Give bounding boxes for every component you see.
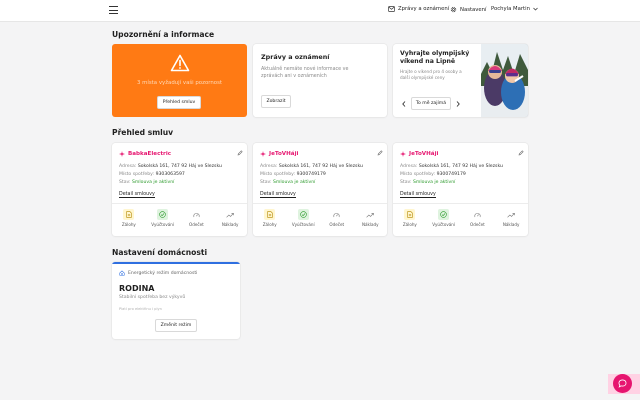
- top-bar: Zprávy a oznámení Nastavení Pochyla Mart…: [0, 0, 640, 22]
- contract-detail-link[interactable]: Detail smlouvy: [119, 192, 155, 198]
- contracts-section-title: Přehled smluv: [112, 128, 174, 137]
- warning-text: 3 místa vyžadují vaši pozornost: [136, 80, 222, 86]
- contract-status: Stav: Smlouva je aktivní: [119, 180, 175, 185]
- promo-title-1: Vyhrajte olympijský: [400, 50, 470, 57]
- messages-nav-link[interactable]: Zprávy a oznámení: [388, 6, 449, 12]
- household-section-title: Nastavení domácnosti: [112, 248, 208, 257]
- contract-detail-link[interactable]: Detail smlouvy: [400, 192, 436, 198]
- action-billing[interactable]: Vyúčtování: [287, 209, 321, 227]
- contract-detail-link[interactable]: Detail smlouvy: [260, 192, 296, 198]
- household-mode-name: RODINA: [119, 284, 155, 293]
- action-reading[interactable]: Odečet: [320, 209, 354, 227]
- envelope-icon: [388, 6, 395, 12]
- household-mode-desc: Stabilní spotřeba bez výkyvů: [119, 295, 186, 300]
- check-circle-icon: [438, 209, 450, 220]
- contract-place: Místo spotřeby: 9303063597: [119, 172, 185, 177]
- household-accent-bar: [112, 262, 240, 264]
- pencil-icon[interactable]: [518, 150, 524, 156]
- contract-address: Adresa: Sokolská 161, 747 92 Háj ve Slez…: [260, 164, 363, 169]
- divider: [112, 203, 247, 204]
- divider: [393, 203, 528, 204]
- action-billing[interactable]: Vyúčtování: [427, 209, 461, 227]
- gauge-icon: [331, 209, 342, 220]
- action-deposits[interactable]: Zálohy: [253, 209, 287, 227]
- messages-card-text-2: zprávách ani v oznámeních: [261, 74, 327, 79]
- lightning-icon: [260, 151, 266, 157]
- contract-address: Adresa: Sokolská 161, 747 92 Háj ve Slez…: [119, 164, 222, 169]
- action-costs[interactable]: Náklady: [494, 209, 528, 227]
- document-icon: [264, 209, 276, 220]
- gear-icon: [450, 6, 457, 13]
- lightning-icon: [400, 151, 406, 157]
- gauge-icon: [191, 209, 202, 220]
- trend-up-icon: [506, 209, 517, 220]
- messages-card: Zprávy a oznámení Aktuálně nemáte nové i…: [253, 44, 387, 117]
- messages-nav-label: Zprávy a oznámení: [398, 6, 450, 12]
- user-menu[interactable]: Pochyla Martin: [491, 6, 538, 12]
- warning-card: 3 místa vyžadují vaši pozornost Přehled …: [112, 44, 247, 117]
- lightning-icon: [119, 151, 125, 157]
- contract-place: Místo spotřeby: 9300749179: [400, 172, 466, 177]
- contract-card: JeToVHáji Adresa: Sokolská 161, 747 92 H…: [253, 143, 387, 236]
- action-costs[interactable]: Náklady: [354, 209, 388, 227]
- contract-name[interactable]: BabkaElectric: [119, 151, 171, 157]
- action-costs[interactable]: Náklady: [213, 209, 247, 227]
- contract-name[interactable]: JeToVHáji: [260, 151, 298, 157]
- household-mode-label: Energetický režim domácnosti: [119, 270, 197, 276]
- action-reading[interactable]: Odečet: [461, 209, 495, 227]
- promo-text-2: další olympijské ceny: [400, 75, 445, 80]
- settings-nav-label: Nastavení: [460, 6, 487, 13]
- hamburger-icon[interactable]: [109, 6, 118, 14]
- gauge-icon: [472, 209, 483, 220]
- settings-nav-link[interactable]: Nastavení: [450, 6, 487, 13]
- household-note: Platí pro elektřinu i plyn: [119, 307, 162, 311]
- promo-card: Vyhrajte olympijský víkend na Lipně Hraj…: [393, 44, 528, 117]
- change-mode-button[interactable]: Změnit režim: [155, 319, 197, 332]
- user-name: Pochyla Martin: [491, 6, 530, 12]
- messages-card-title: Zprávy a oznámení: [261, 53, 330, 61]
- action-deposits[interactable]: Zálohy: [393, 209, 427, 227]
- contract-card: JeToVHáji Adresa: Sokolská 161, 747 92 H…: [393, 143, 528, 236]
- chevron-right-icon[interactable]: [456, 101, 460, 107]
- document-icon: [123, 209, 135, 220]
- trend-up-icon: [225, 209, 236, 220]
- promo-photo-image: [481, 44, 528, 117]
- interested-button[interactable]: To mě zajímá: [411, 97, 451, 110]
- contract-card: BabkaElectric Adresa: Sokolská 161, 747 …: [112, 143, 247, 236]
- document-icon: [404, 209, 416, 220]
- trend-up-icon: [365, 209, 376, 220]
- contract-address: Adresa: Sokolská 161, 747 92 Háj ve Slez…: [400, 164, 503, 169]
- warning-triangle-icon: [170, 54, 190, 72]
- house-icon: [119, 270, 125, 276]
- action-deposits[interactable]: Zálohy: [112, 209, 146, 227]
- pencil-icon[interactable]: [237, 150, 243, 156]
- divider: [253, 203, 387, 204]
- contract-status: Stav: Smlouva je aktivní: [400, 180, 456, 185]
- action-reading[interactable]: Odečet: [180, 209, 214, 227]
- contracts-overview-button[interactable]: Přehled smluv: [157, 96, 201, 109]
- promo-text-1: Hrajte o víkend pro 4 osoby a: [400, 69, 462, 74]
- show-messages-button[interactable]: Zobrazit: [261, 95, 291, 108]
- household-card: Energetický režim domácnosti RODINA Stab…: [112, 262, 240, 339]
- contract-place: Místo spotřeby: 9300749179: [260, 172, 326, 177]
- chat-button[interactable]: [613, 374, 632, 393]
- chat-bubble-icon: [618, 379, 627, 388]
- pencil-icon[interactable]: [377, 150, 383, 156]
- messages-card-text-1: Aktuálně nemáte nové informace ve: [261, 67, 349, 72]
- chevron-down-icon: [533, 7, 538, 11]
- check-circle-icon: [157, 209, 169, 220]
- contract-name[interactable]: JeToVHáji: [400, 151, 438, 157]
- check-circle-icon: [297, 209, 309, 220]
- chevron-left-icon[interactable]: [402, 101, 406, 107]
- action-billing[interactable]: Vyúčtování: [146, 209, 180, 227]
- contract-status: Stav: Smlouva je aktivní: [260, 180, 316, 185]
- alerts-section-title: Upozornění a informace: [112, 30, 215, 39]
- promo-title-2: víkend na Lipně: [400, 58, 456, 65]
